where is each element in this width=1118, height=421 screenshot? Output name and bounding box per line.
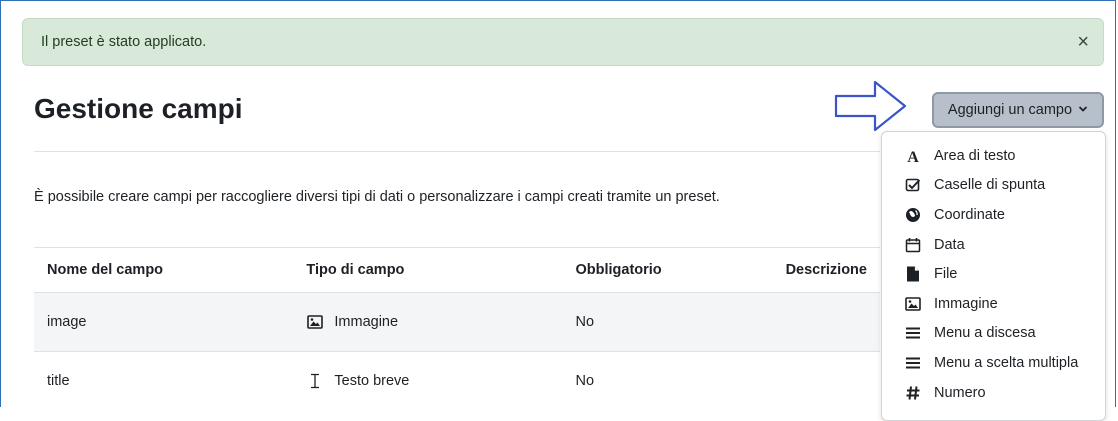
font-icon: A — [904, 148, 922, 164]
column-header-description[interactable]: Descrizione — [772, 247, 880, 293]
page-title: Gestione campi — [34, 93, 243, 124]
menu-item-checkbox[interactable]: Caselle di spunta — [882, 171, 1105, 201]
menu-item-label: Data — [934, 236, 965, 253]
divider — [34, 151, 880, 152]
column-header-type[interactable]: Tipo di campo — [293, 247, 563, 293]
image-icon — [904, 296, 922, 311]
image-icon — [306, 315, 324, 329]
calendar-icon — [904, 237, 922, 253]
menu-item-label: Coordinate — [934, 206, 1005, 223]
page-description: È possibile creare campi per raccogliere… — [34, 189, 720, 205]
menu-item-label: Numero — [934, 384, 986, 401]
field-name-cell: title — [34, 351, 294, 410]
menu-item-textarea[interactable]: A Area di testo — [882, 141, 1105, 171]
field-description-cell — [772, 292, 880, 352]
hash-icon — [904, 385, 922, 401]
file-icon — [904, 266, 922, 282]
menu-item-date[interactable]: Data — [882, 230, 1105, 260]
menu-item-label: Caselle di spunta — [934, 177, 1046, 194]
menu-item-coordinates[interactable]: Coordinate — [882, 200, 1105, 230]
menu-item-label: Area di testo — [934, 147, 1016, 164]
field-type-cell: Testo breve — [293, 351, 563, 410]
menu-item-multiple-choice[interactable]: Menu a scelta multipla — [882, 348, 1105, 378]
alert-message: Il preset è stato applicato. — [41, 34, 207, 50]
add-field-label: Aggiungi un campo — [947, 102, 1073, 118]
svg-text:A: A — [907, 149, 919, 164]
globe-icon — [904, 207, 922, 223]
table-header-row: Nome del campo Tipo di campo Obbligatori… — [34, 247, 880, 293]
field-required-cell: No — [562, 351, 773, 410]
bars-icon — [904, 356, 922, 370]
field-type-dropdown-menu: A Area di testo Caselle di spunta Coordi… — [881, 131, 1106, 421]
menu-item-number[interactable]: Numero — [882, 378, 1105, 408]
text-cursor-icon — [306, 373, 324, 389]
checkbox-icon — [904, 177, 922, 193]
menu-item-label: Menu a scelta multipla — [934, 354, 1079, 371]
column-header-name[interactable]: Nome del campo — [34, 247, 294, 293]
menu-item-image[interactable]: Immagine — [882, 289, 1105, 319]
bars-icon — [904, 326, 922, 340]
column-header-required[interactable]: Obbligatorio — [562, 247, 773, 293]
menu-item-label: File — [934, 266, 958, 283]
arrow-right-icon — [834, 80, 907, 132]
table-row: title Testo breve No — [34, 351, 880, 410]
field-type-label: Immagine — [334, 314, 399, 330]
field-type-label: Testo breve — [334, 373, 410, 389]
success-alert: Il preset è stato applicato. × — [22, 18, 1104, 66]
add-field-button[interactable]: Aggiungi un campo — [932, 92, 1104, 128]
close-icon[interactable]: × — [1077, 32, 1089, 52]
fields-table: Nome del campo Tipo di campo Obbligatori… — [34, 247, 880, 410]
menu-item-dropdown[interactable]: Menu a discesa — [882, 319, 1105, 349]
menu-item-label: Immagine — [934, 295, 998, 312]
menu-item-file[interactable]: File — [882, 259, 1105, 289]
field-type-cell: Immagine — [293, 292, 563, 352]
menu-item-label: Menu a discesa — [934, 325, 1036, 342]
field-description-cell — [772, 351, 880, 410]
field-name-cell: image — [34, 292, 294, 352]
table-row: image Immagine No — [34, 292, 880, 352]
field-required-cell: No — [562, 292, 773, 352]
chevron-down-icon — [1078, 104, 1088, 116]
